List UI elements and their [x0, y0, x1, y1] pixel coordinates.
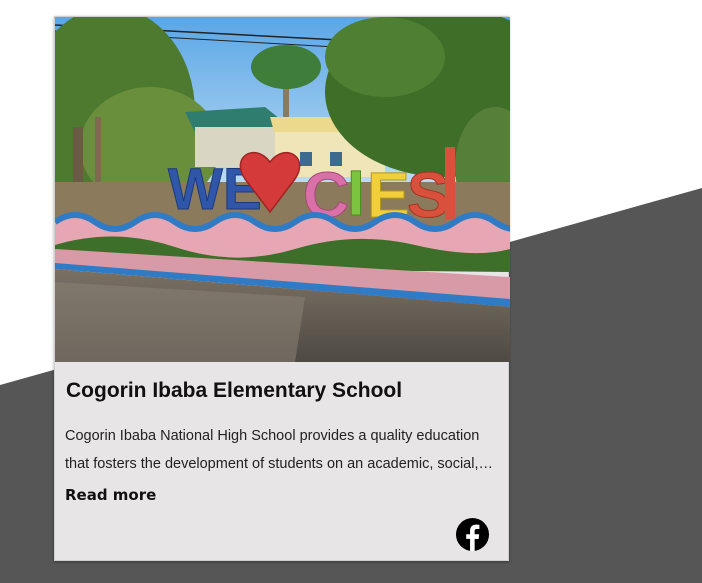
card-description: Cogorin Ibaba National High School provi… [65, 428, 480, 472]
svg-text:W: W [168, 157, 223, 222]
read-more-link[interactable]: Read more [65, 486, 156, 504]
card-title: Cogorin Ibaba Elementary School [66, 379, 403, 402]
school-card: W E C I E S Cogorin Ibaba Elementary Sch… [54, 16, 510, 561]
school-photo: W E C I E S [55, 17, 510, 362]
facebook-icon[interactable] [455, 517, 490, 552]
svg-text:I: I [347, 157, 365, 229]
